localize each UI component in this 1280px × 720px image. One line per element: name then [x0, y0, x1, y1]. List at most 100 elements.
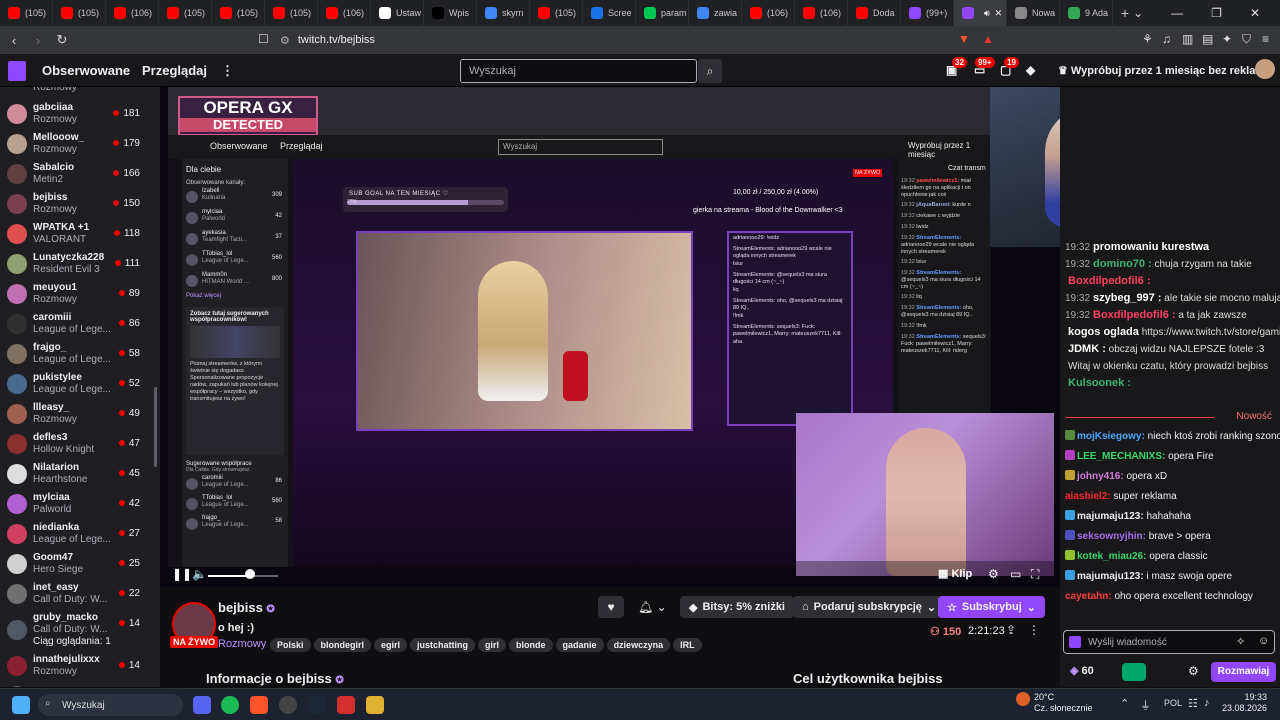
sidebar-channel[interactable]: Mellooow_ Rozmowy 179 [0, 129, 160, 159]
more-menu-icon[interactable]: ⋮ [221, 63, 234, 79]
app-red-icon[interactable] [337, 696, 355, 714]
browser-tab[interactable]: (105) [0, 0, 53, 26]
notifications-bell-button[interactable]: 🔔︎ ⌄ [638, 600, 667, 614]
subscribe-button[interactable]: ☆ Subskrybuj ⌄ [938, 596, 1045, 618]
sidebar-channel[interactable]: bejbiss Rozmowy 150 [0, 189, 160, 219]
browser-tab[interactable]: (105) [212, 0, 265, 26]
brave-icon[interactable] [250, 696, 268, 714]
sidebar-channel[interactable]: Goom47 Hero Siege 25 [0, 549, 160, 579]
video-player[interactable]: OPERA GX DETECTED Obserwowane Przeglądaj… [160, 87, 1060, 587]
tray-chevron-icon[interactable]: ⌃ [1120, 697, 1129, 710]
clip-button[interactable]: ▦ Klip [938, 567, 972, 580]
weather-widget[interactable]: 20°C Cz. słonecznie [1034, 692, 1093, 714]
channel-points-reward-icon[interactable] [1122, 663, 1146, 681]
gift-sub-button[interactable]: ⌂ Podaruj subskrypcję ⌄ [793, 596, 946, 618]
sidebar-channel[interactable]: gruby_macko Call of Duty: W... Ciąg ogląda… [0, 609, 160, 651]
chat-badge-icon[interactable] [1065, 430, 1075, 440]
settings-gear-icon[interactable]: ⚙ [988, 567, 999, 581]
weather-icon[interactable] [1016, 692, 1030, 706]
sidebar-channel[interactable]: innathejulixxx Rozmowy 14 [0, 651, 160, 681]
browser-tab[interactable]: (99+) [901, 0, 954, 26]
pause-button[interactable]: ❚❚ [172, 567, 192, 581]
sidebar-channel[interactable]: frajgo_ League of Lege... 58 [0, 339, 160, 369]
chat-username[interactable]: kotek_miau26: [1077, 551, 1146, 562]
minimize-button[interactable]: — [1171, 6, 1183, 20]
clock[interactable]: 19:33 23.08.2026 [1222, 692, 1267, 714]
menu-icon[interactable]: ≡ [1262, 32, 1269, 46]
sidebar-channel[interactable]: Sabalcio Metin2 166 [0, 159, 160, 189]
spotify-icon[interactable] [221, 696, 239, 714]
sidebar-channel[interactable]: pukistylee League of Lege... 52 [0, 369, 160, 399]
language-indicator[interactable]: POL [1164, 698, 1182, 708]
sidebar-channel[interactable]: gabciiaa Rozmowy 181 [0, 99, 160, 129]
browser-tab[interactable]: 🔊︎ ✕ [954, 0, 1007, 26]
close-window-button[interactable]: ✕ [1250, 6, 1260, 20]
network-icon[interactable]: ☷ [1188, 697, 1198, 710]
chat-badge-icon[interactable] [1065, 530, 1075, 540]
chat-input[interactable]: Wyślij wiadomość ✧ ☺ [1063, 630, 1275, 654]
browser-tab[interactable]: 9 Ada [1060, 0, 1113, 26]
speaker-icon[interactable]: ♪ [1204, 697, 1210, 709]
sidebar-channel[interactable]: inet_easy Call of Duty: W... 22 [0, 579, 160, 609]
sidebar-scrollbar[interactable] [154, 387, 157, 467]
stream-tag[interactable]: blonde [509, 638, 553, 652]
stream-tag[interactable]: Polski [270, 638, 311, 652]
bits-discount-button[interactable]: ◆ Bitsy: 5% zniżki [680, 596, 794, 618]
browser-tab[interactable]: (106) [106, 0, 159, 26]
chat-send-button[interactable]: Rozmawiaj [1211, 662, 1276, 682]
url-field[interactable]: ⚙ twitch.tv/bejbiss [280, 30, 1000, 50]
sidebar-channel[interactable]: bezumbasum7 [0, 681, 160, 687]
file-explorer-icon[interactable] [366, 696, 384, 714]
sidebar-channel[interactable]: Lunatyczka228 Resident Evil 3 111 [0, 249, 160, 279]
stream-tag[interactable]: blondegirl [313, 638, 372, 652]
browser-tab[interactable]: zawia [689, 0, 742, 26]
browser-tab[interactable]: skyrn [477, 0, 530, 26]
sidebar-channel[interactable]: mylciaa Palworld 42 [0, 489, 160, 519]
vpn-icon[interactable]: ⛉ [1242, 32, 1251, 47]
sidebar-toggle-icon[interactable]: ▥ [1182, 32, 1193, 46]
tab-audio-icon[interactable]: 🔊︎ [984, 8, 990, 19]
chat-badge-icon[interactable] [1065, 550, 1075, 560]
obs-icon[interactable] [279, 696, 297, 714]
chat-username[interactable]: johny416: [1077, 471, 1124, 482]
chat-badge-icon[interactable] [1065, 450, 1075, 460]
chat-username[interactable]: seksownyjhin: [1077, 531, 1146, 542]
chat-username[interactable]: aiashiel2: [1065, 491, 1111, 502]
stream-tag[interactable]: egirl [374, 638, 408, 652]
maximize-button[interactable]: ❐ [1211, 6, 1222, 20]
chat-settings-icon[interactable]: ⚙ [1188, 664, 1199, 678]
volume-icon[interactable]: 🔈 [192, 567, 207, 581]
follow-heart-button[interactable]: ♥ [598, 596, 624, 618]
chat-username[interactable]: majumaju123: [1077, 571, 1144, 582]
brave-rewards-icon[interactable]: ▲ [982, 32, 994, 46]
browser-tab[interactable]: (106) [795, 0, 848, 26]
theatre-mode-icon[interactable]: ▭ [1010, 567, 1021, 581]
sidebar-channel[interactable]: caromiii League of Lege... 86 [0, 309, 160, 339]
chat-identity-icon[interactable] [1069, 636, 1081, 648]
reload-icon[interactable]: ↻ [52, 32, 72, 48]
browser-tab[interactable]: (105) [530, 0, 583, 26]
user-avatar[interactable] [1255, 59, 1275, 79]
fullscreen-icon[interactable]: ⛶ [1031, 567, 1039, 582]
more-options-icon[interactable]: ⋮ [1028, 623, 1040, 637]
twitch-logo-icon[interactable] [8, 61, 26, 81]
sidebar-channel[interactable]: llleasy_ Rozmowy 49 [0, 399, 160, 429]
browser-tab[interactable]: Ustaw [371, 0, 424, 26]
share-icon[interactable]: ⇪ [1006, 623, 1016, 637]
sidebar-channel[interactable]: WPATKA +1 VALORANT 118 [0, 219, 160, 249]
channel-points[interactable]: ◈ 60 [1070, 664, 1094, 677]
chat-username[interactable]: cayetahn: [1065, 591, 1112, 602]
bits-icon[interactable]: ◆ [1026, 63, 1035, 77]
turbo-promo-button[interactable]: ♛ Wypróbuj przez 1 miesiąc bez reklam [1058, 64, 1265, 77]
discord-icon[interactable] [193, 696, 211, 714]
brave-shield-icon[interactable]: ▼ [958, 32, 970, 46]
browser-tab[interactable]: (106) [318, 0, 371, 26]
stream-category[interactable]: Rozmowy [218, 638, 266, 650]
browser-tab[interactable]: (106) [742, 0, 795, 26]
emote-picker-icon[interactable]: ☺ [1258, 635, 1269, 647]
sidebar-channel[interactable]: defles3 Hollow Knight 47 [0, 429, 160, 459]
sidebar-channel[interactable]: meuyou1 Rozmowy 89 [0, 279, 160, 309]
stream-tag[interactable]: IRL [673, 638, 702, 652]
sidebar-channel[interactable]: Nilatarion Hearthstone 45 [0, 459, 160, 489]
chat-username[interactable]: majumaju123: [1077, 511, 1144, 522]
